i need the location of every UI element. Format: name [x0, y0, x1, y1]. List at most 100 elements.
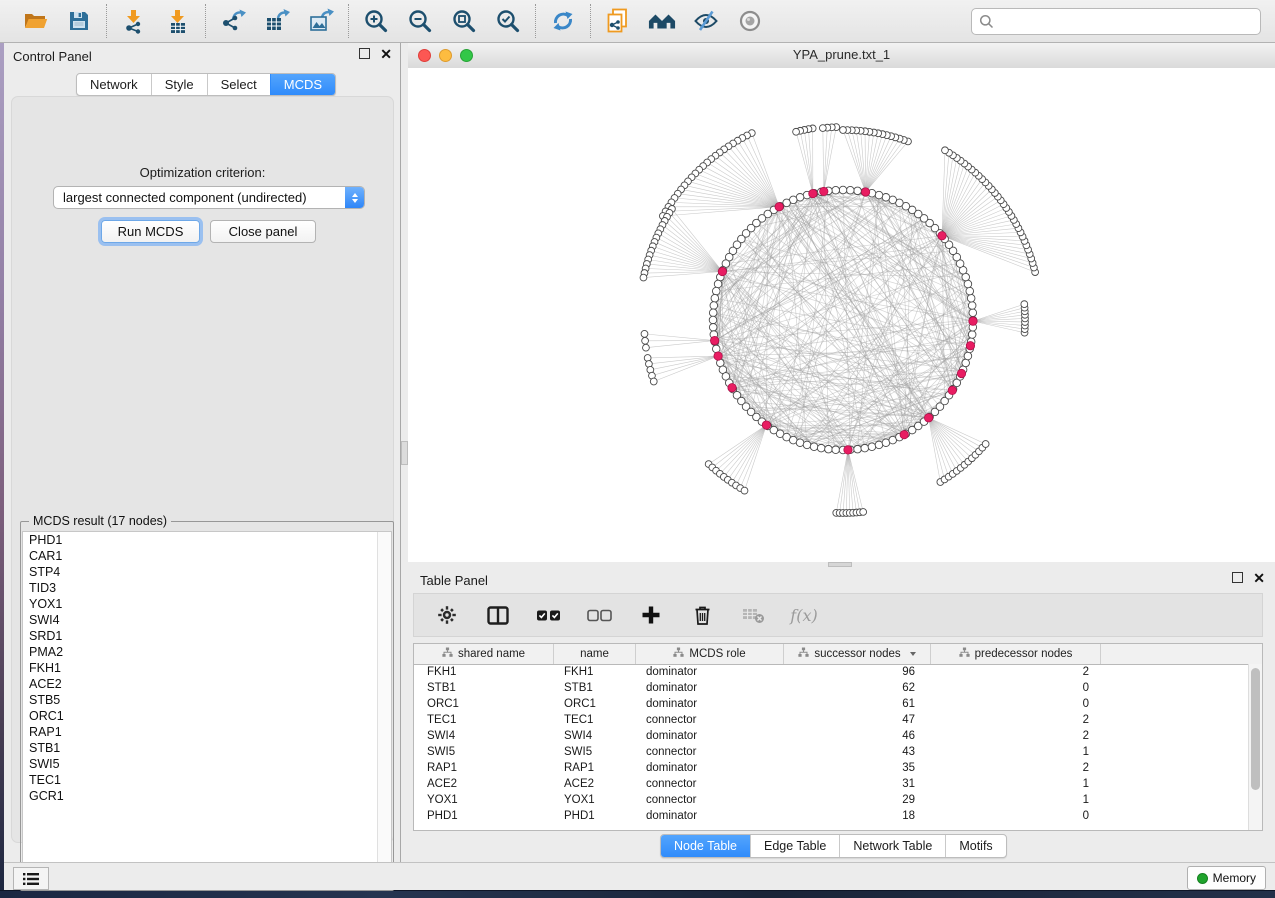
table-row[interactable]: SWI4SWI4dominator462 — [414, 729, 1262, 745]
mcds-result-item[interactable]: TID3 — [23, 580, 391, 596]
search-icon — [979, 14, 994, 29]
zoom-selected-icon[interactable] — [494, 7, 522, 35]
column-header-shared-name[interactable]: shared name — [414, 644, 554, 664]
zoom-in-icon[interactable] — [362, 7, 390, 35]
mcds-result-item[interactable]: PMA2 — [23, 644, 391, 660]
table-row[interactable]: PHD1PHD1dominator180 — [414, 809, 1262, 825]
first-neighbors-icon[interactable] — [648, 7, 676, 35]
vertical-splitter[interactable] — [401, 43, 408, 862]
table-panel-titlebar: Table Panel ✕ — [408, 567, 1275, 593]
add-row-icon[interactable] — [638, 602, 664, 628]
mcds-result-item[interactable]: SWI5 — [23, 756, 391, 772]
criterion-selected-value: largest connected component (undirected) — [54, 190, 345, 205]
export-image-icon[interactable] — [307, 7, 335, 35]
mcds-result-item[interactable]: GCR1 — [23, 788, 391, 804]
result-scrollbar[interactable] — [377, 532, 391, 888]
mcds-result-item[interactable]: SRD1 — [23, 628, 391, 644]
namespace-tree-icon — [798, 647, 809, 661]
show-all-icon[interactable] — [736, 7, 764, 35]
mcds-result-item[interactable]: TEC1 — [23, 772, 391, 788]
table-close-panel-icon[interactable]: ✕ — [1253, 573, 1265, 583]
namespace-tree-icon — [673, 647, 684, 661]
mcds-result-list: PHD1CAR1STP4TID3YOX1SWI4SRD1PMA2FKH1ACE2… — [22, 531, 392, 889]
splitter-handle[interactable] — [401, 441, 408, 465]
column-header-predecessor-nodes[interactable]: predecessor nodes — [931, 644, 1101, 664]
refresh-group — [536, 7, 590, 35]
search-input[interactable] — [998, 10, 1260, 32]
network-canvas[interactable] — [408, 68, 1275, 562]
hide-selected-icon[interactable] — [692, 7, 720, 35]
optimization-criterion-label: Optimization criterion: — [12, 165, 393, 180]
network-title: YPA_prune.txt_1 — [408, 47, 1275, 62]
memory-button[interactable]: Memory — [1187, 866, 1266, 890]
tab-edge-table[interactable]: Edge Table — [750, 835, 839, 857]
select-all-icon[interactable] — [536, 602, 562, 628]
function-builder-icon: f(x) — [791, 602, 817, 628]
mcds-tab-content: Optimization criterion: largest connecte… — [11, 96, 394, 843]
table-float-window-icon[interactable] — [1232, 572, 1243, 583]
table-row[interactable]: ACE2ACE2connector311 — [414, 777, 1262, 793]
close-panel-icon[interactable]: ✕ — [380, 49, 392, 59]
table-row[interactable]: RAP1RAP1dominator352 — [414, 761, 1262, 777]
table-scrollbar[interactable] — [1248, 664, 1262, 830]
unselect-all-icon[interactable] — [587, 602, 613, 628]
mcds-result-item[interactable]: PHD1 — [23, 532, 391, 548]
network-titlebar[interactable]: YPA_prune.txt_1 — [408, 43, 1275, 69]
mcds-result-item[interactable]: STB1 — [23, 740, 391, 756]
zoom-fit-icon[interactable] — [450, 7, 478, 35]
tab-network[interactable]: Network — [77, 74, 151, 95]
mcds-result-item[interactable]: FKH1 — [23, 660, 391, 676]
desktop-wallpaper-bottom — [0, 890, 1275, 898]
mcds-result-item[interactable]: RAP1 — [23, 724, 391, 740]
tab-network-table[interactable]: Network Table — [839, 835, 945, 857]
tab-mcds[interactable]: MCDS — [270, 74, 335, 95]
table-row[interactable]: TEC1TEC1connector472 — [414, 713, 1262, 729]
criterion-dropdown[interactable]: largest connected component (undirected) — [53, 186, 365, 209]
tab-style[interactable]: Style — [151, 74, 207, 95]
refresh-icon[interactable] — [549, 7, 577, 35]
mcds-result-item[interactable]: STB5 — [23, 692, 391, 708]
network-view-window: YPA_prune.txt_1 — [408, 43, 1275, 562]
tab-select[interactable]: Select — [207, 74, 270, 95]
table-row[interactable]: YOX1YOX1connector291 — [414, 793, 1262, 809]
mcds-result-item[interactable]: STP4 — [23, 564, 391, 580]
column-header-mcds-role[interactable]: MCDS role — [636, 644, 784, 664]
float-window-icon[interactable] — [359, 48, 370, 59]
mcds-result-item[interactable]: SWI4 — [23, 612, 391, 628]
table-row[interactable]: STB1STB1dominator620 — [414, 681, 1262, 697]
mcds-result-item[interactable]: CAR1 — [23, 548, 391, 564]
import-table-icon[interactable] — [164, 7, 192, 35]
tab-node-table[interactable]: Node Table — [661, 835, 750, 857]
run-mcds-button[interactable]: Run MCDS — [101, 220, 200, 243]
table-header-row: shared namenameMCDS rolesuccessor nodesp… — [414, 644, 1262, 665]
tab-motifs[interactable]: Motifs — [945, 835, 1005, 857]
close-panel-button[interactable]: Close panel — [210, 220, 316, 243]
task-history-button[interactable] — [13, 867, 49, 890]
mcds-result-item[interactable]: ORC1 — [23, 708, 391, 724]
column-header-name[interactable]: name — [554, 644, 636, 664]
delete-rows-icon[interactable] — [689, 602, 715, 628]
column-header-successor-nodes[interactable]: successor nodes — [784, 644, 931, 664]
table-row[interactable]: FKH1FKH1dominator962 — [414, 665, 1262, 681]
mcds-result-item[interactable]: ACE2 — [23, 676, 391, 692]
clone-network-icon[interactable] — [604, 7, 632, 35]
settings-gear-icon[interactable] — [434, 602, 460, 628]
table-scrollbar-thumb[interactable] — [1251, 668, 1260, 790]
export-network-icon[interactable] — [219, 7, 247, 35]
search-box[interactable] — [971, 8, 1261, 35]
open-file-icon[interactable] — [21, 7, 49, 35]
import-network-icon[interactable] — [120, 7, 148, 35]
view-group — [591, 7, 777, 35]
zoom-out-icon[interactable] — [406, 7, 434, 35]
sort-descending-icon — [910, 652, 916, 656]
export-table-icon[interactable] — [263, 7, 291, 35]
cytoscape-window: Control Panel ✕ NetworkStyleSelectMCDS O… — [0, 0, 1275, 898]
toggle-columns-icon[interactable] — [485, 602, 511, 628]
save-session-icon[interactable] — [65, 7, 93, 35]
table-row[interactable]: SWI5SWI5connector431 — [414, 745, 1262, 761]
mcds-result-item[interactable]: YOX1 — [23, 596, 391, 612]
table-row[interactable]: ORC1ORC1dominator610 — [414, 697, 1262, 713]
delete-table-icon — [740, 602, 766, 628]
column-header-filler — [1101, 644, 1262, 664]
table-toolbar: f(x) — [413, 593, 1263, 637]
